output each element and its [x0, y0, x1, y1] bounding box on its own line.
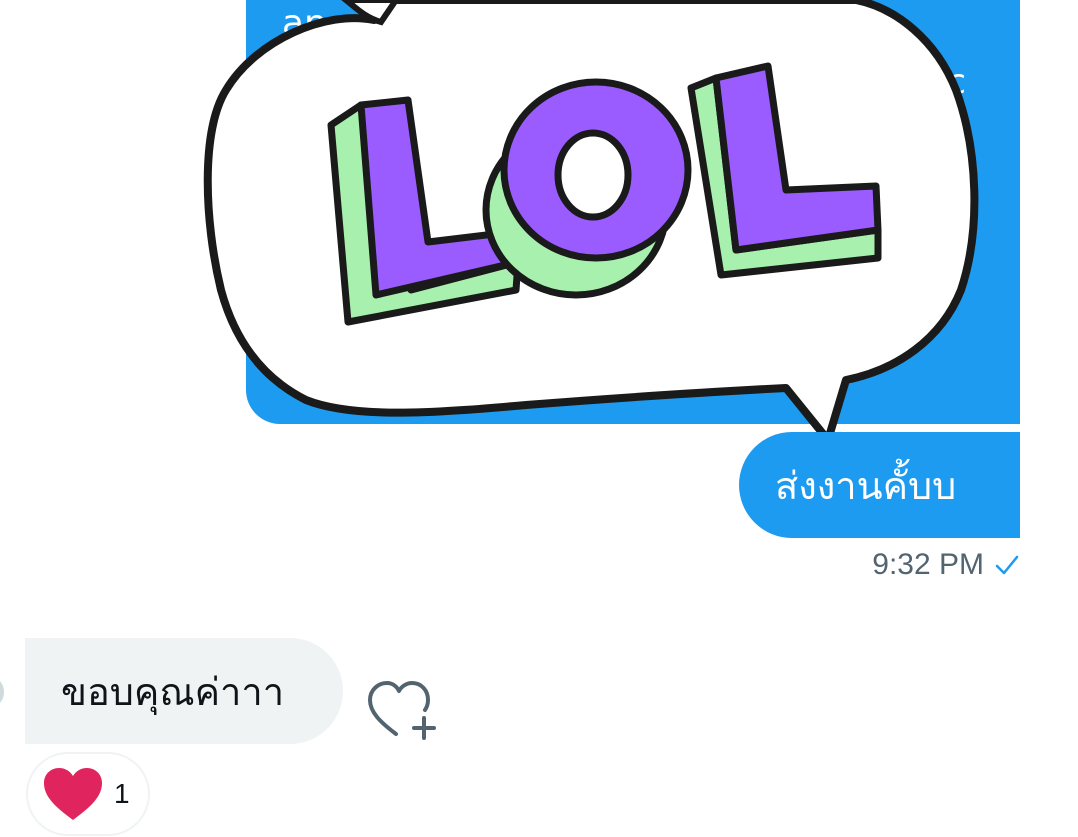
outgoing-message-bubble[interactable]: ส่งงานคั้บบ [739, 432, 1020, 538]
heart-plus-icon [368, 681, 436, 740]
outgoing-message-text: ส่งงานคั้บบ [775, 463, 957, 508]
message-timestamp: 9:32 PM [872, 548, 984, 581]
sticker-letter-o-hole [554, 129, 632, 221]
avatar[interactable] [0, 678, 4, 706]
heart-icon [44, 768, 102, 820]
lol-sticker[interactable] [196, 0, 986, 452]
check-icon [994, 554, 1020, 576]
incoming-message-text: ขอบคุณค่าาา [61, 669, 285, 714]
dm-conversation: an c ส่งงานคั้บบ 9:32 PM ขอบคุณค่า [0, 0, 1078, 837]
reaction-count: 1 [114, 778, 130, 809]
add-reaction-button[interactable] [366, 678, 440, 742]
message-meta: 9:32 PM [872, 548, 1020, 582]
reaction-pill[interactable]: 1 [26, 752, 150, 836]
incoming-message-bubble[interactable]: ขอบคุณค่าาา [25, 638, 343, 744]
